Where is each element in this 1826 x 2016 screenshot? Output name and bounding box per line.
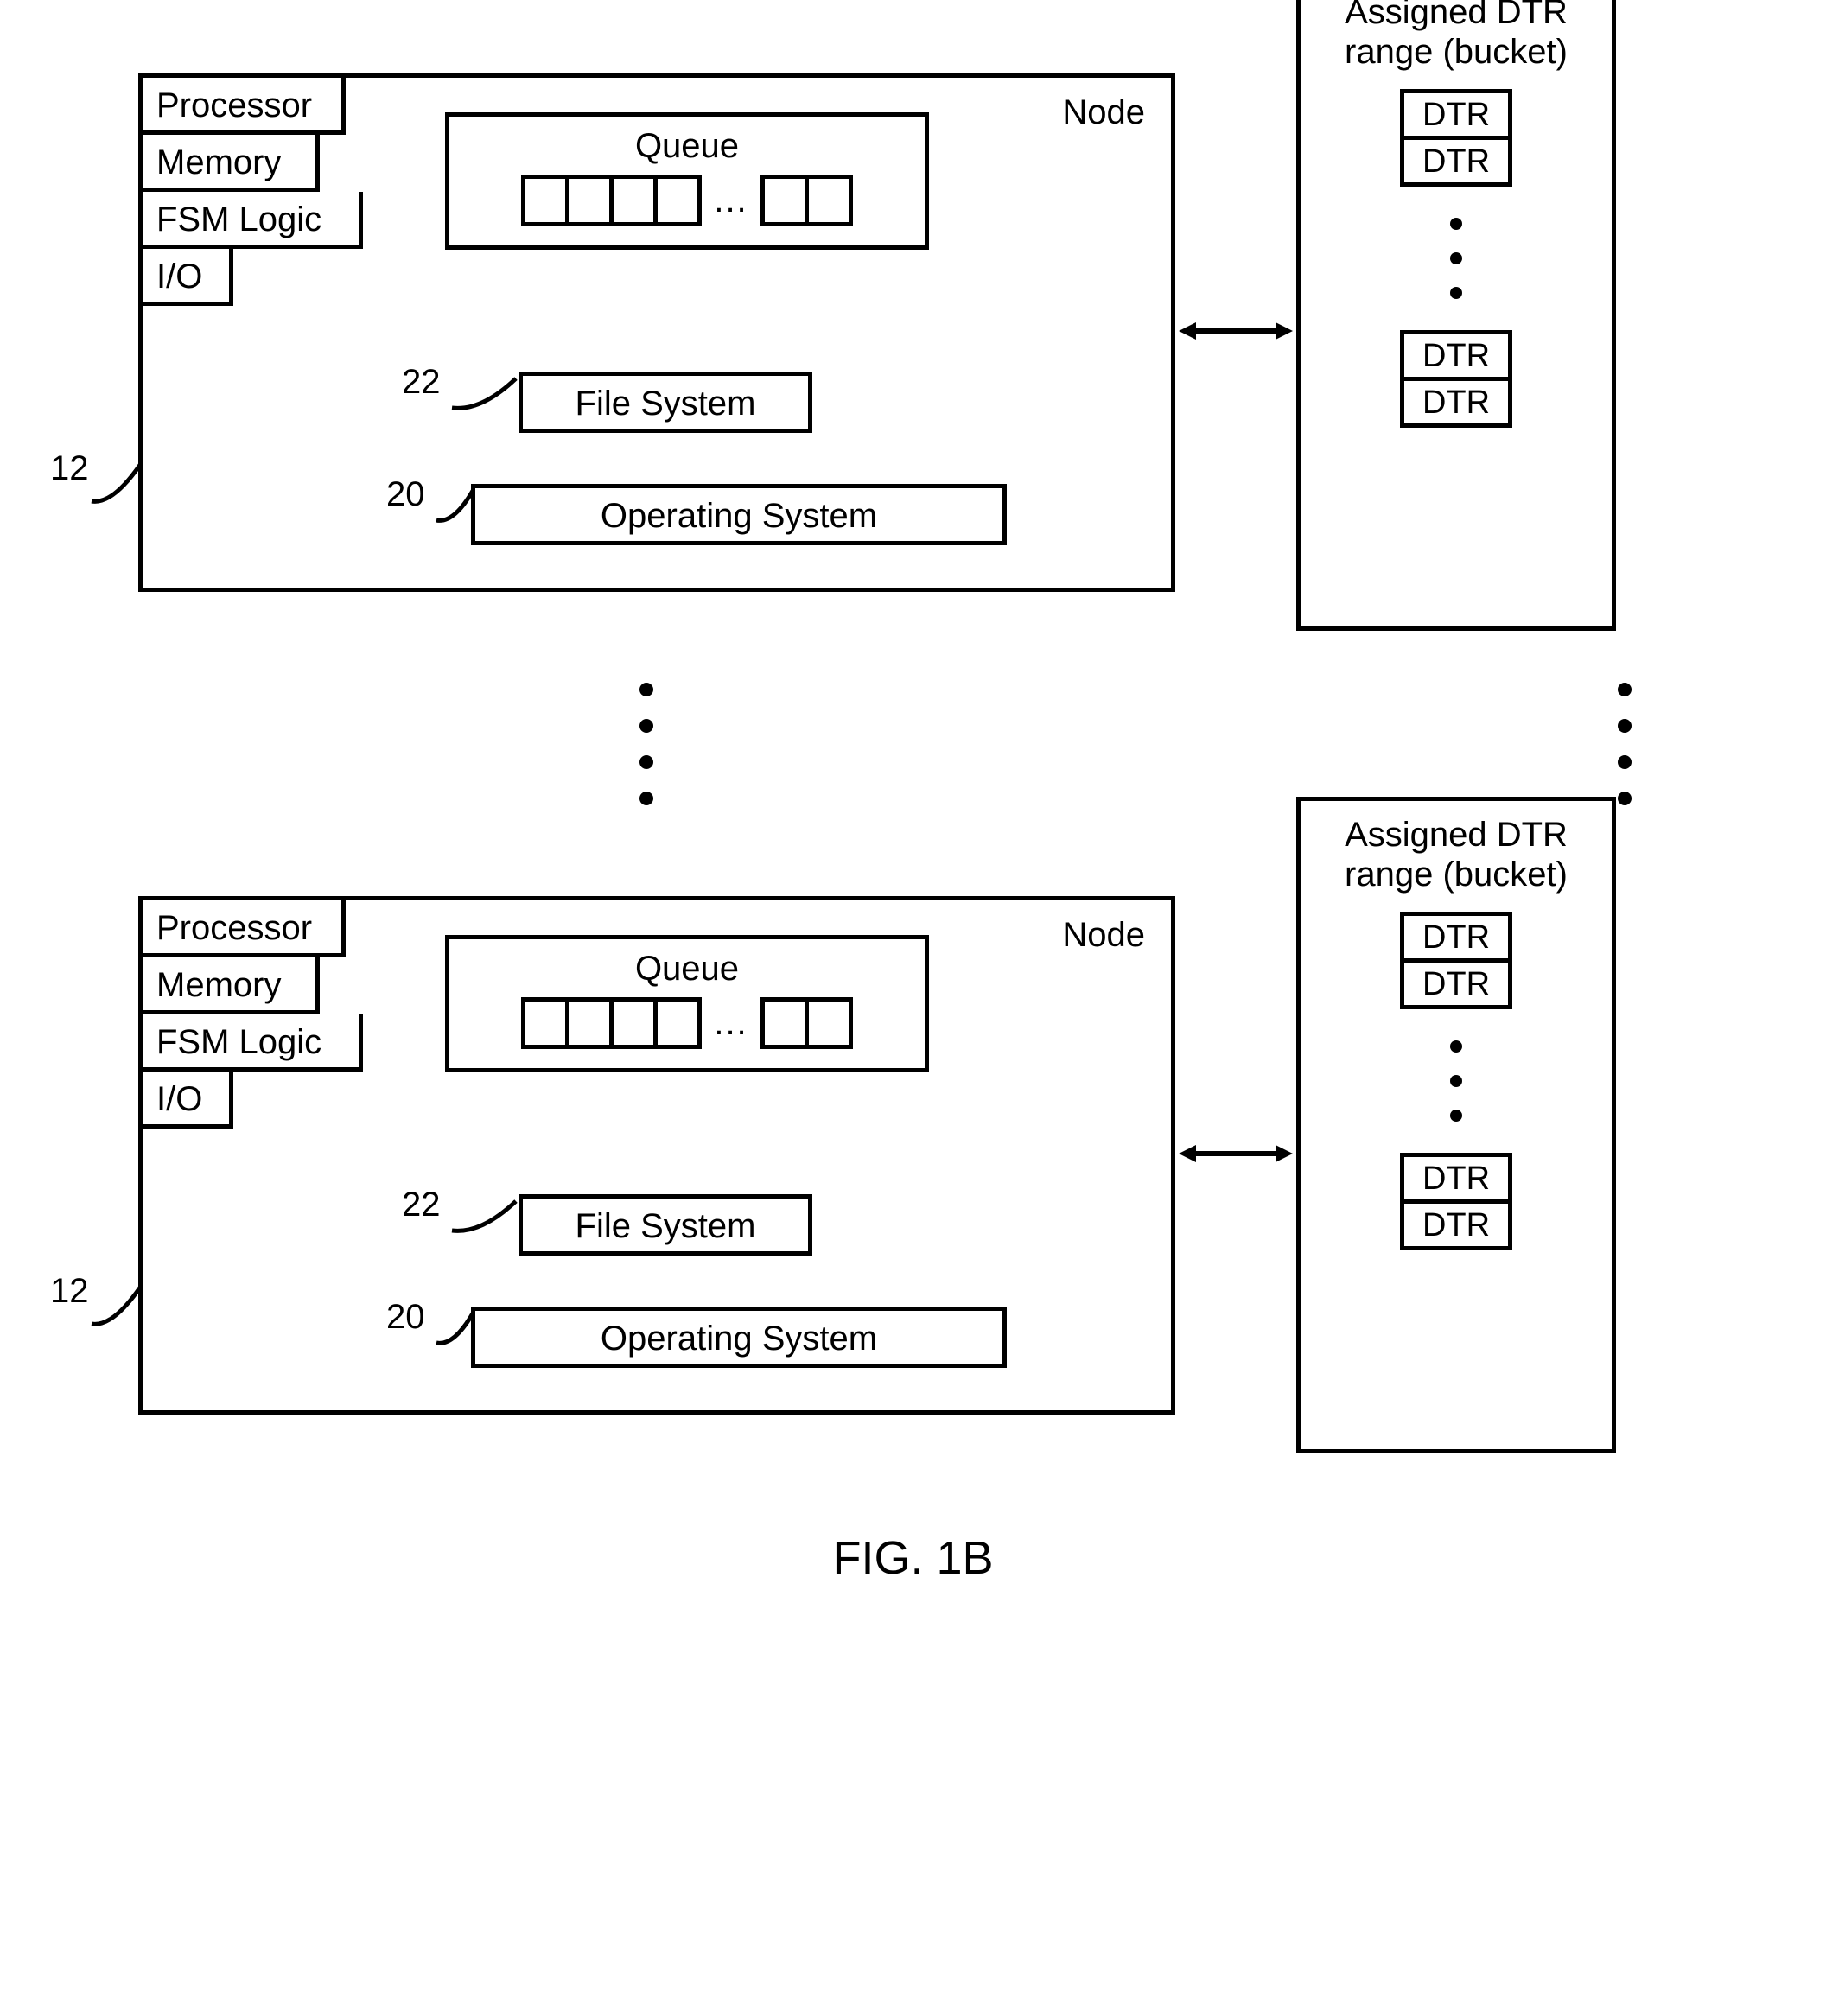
dtr-cell: DTR [1400, 958, 1512, 1009]
dtr-cell: DTR [1400, 912, 1512, 963]
bottom-row: 12 Node Processor Memory FSM Logic I/O Q… [35, 857, 1791, 1453]
mid-dots-row [35, 683, 1791, 805]
stack-memory: Memory [138, 135, 320, 192]
queue-cells: ... [449, 175, 925, 226]
bucket-title-line1: Assigned DTR [1345, 816, 1568, 854]
queue-label: Queue [449, 950, 925, 989]
figure-1b: 12 Node Processor Memory FSM Logic I/O Q… [35, 35, 1791, 1585]
bucket-bottom: Assigned DTR range (bucket) DTR DTR DTR … [1296, 797, 1616, 1453]
lead-22-top [447, 373, 525, 417]
queue-ellipsis: ... [714, 181, 748, 220]
dtr-stack-bottom-upper: DTR DTR [1400, 912, 1512, 1009]
figure-caption: FIG. 1B [35, 1531, 1791, 1585]
bucket-vdots [1301, 1040, 1612, 1122]
dtr-cell: DTR [1400, 330, 1512, 381]
bucket-title-line2: range (bucket) [1345, 855, 1568, 894]
node-block-top: Node Processor Memory FSM Logic I/O Queu… [138, 73, 1175, 592]
queue-cell [609, 997, 658, 1049]
dtr-cell: DTR [1400, 89, 1512, 140]
vdots-nodes [639, 683, 653, 805]
node-side-stack: Processor Memory FSM Logic I/O [138, 896, 363, 1129]
queue-cell [521, 175, 569, 226]
file-system-box: File System [519, 372, 812, 433]
bucket-vdots [1301, 218, 1612, 299]
queue-cell [805, 997, 853, 1049]
ref-22-bottom: 22 [402, 1186, 441, 1224]
queue-box: Queue ... [445, 935, 929, 1072]
queue-cell [565, 997, 614, 1049]
node-title: Node [1062, 916, 1145, 955]
dtr-stack-top-lower: DTR DTR [1400, 330, 1512, 428]
stack-fsm-logic: FSM Logic [138, 192, 363, 249]
node-title: Node [1062, 93, 1145, 132]
queue-box: Queue ... [445, 112, 929, 250]
operating-system-box: Operating System [471, 484, 1007, 545]
dtr-cell: DTR [1400, 1153, 1512, 1204]
dtr-stack-bottom-lower: DTR DTR [1400, 1153, 1512, 1250]
queue-label: Queue [449, 127, 925, 166]
stack-memory: Memory [138, 957, 320, 1014]
stack-fsm-logic: FSM Logic [138, 1014, 363, 1072]
vdots-buckets [1618, 683, 1632, 805]
stack-processor: Processor [138, 73, 346, 135]
node-side-stack: Processor Memory FSM Logic I/O [138, 73, 363, 306]
lead-22-bottom [447, 1196, 525, 1239]
double-arrow-icon [1175, 314, 1296, 348]
stack-processor: Processor [138, 896, 346, 957]
ref-20-bottom: 20 [386, 1298, 425, 1337]
queue-cell [609, 175, 658, 226]
bucket-title-line2: range (bucket) [1345, 33, 1568, 71]
queue-cell [565, 175, 614, 226]
queue-cells: ... [449, 997, 925, 1049]
bucket-title: Assigned DTR range (bucket) [1301, 0, 1612, 72]
file-system-box: File System [519, 1194, 812, 1256]
dtr-cell: DTR [1400, 1199, 1512, 1250]
stack-io: I/O [138, 1072, 233, 1129]
ref-20-top: 20 [386, 475, 425, 514]
node-block-bottom: Node Processor Memory FSM Logic I/O Queu… [138, 896, 1175, 1415]
queue-ellipsis: ... [714, 1004, 748, 1043]
double-arrow-icon [1175, 1136, 1296, 1171]
dtr-stack-top-upper: DTR DTR [1400, 89, 1512, 187]
operating-system-box: Operating System [471, 1307, 1007, 1368]
dtr-cell: DTR [1400, 136, 1512, 187]
dtr-cell: DTR [1400, 377, 1512, 428]
queue-cell [653, 175, 702, 226]
ref-22-top: 22 [402, 363, 441, 402]
bucket-top: Assigned DTR range (bucket) DTR DTR DTR … [1296, 0, 1616, 631]
top-row: 12 Node Processor Memory FSM Logic I/O Q… [35, 35, 1791, 631]
bucket-title-line1: Assigned DTR [1345, 0, 1568, 31]
queue-cell [653, 997, 702, 1049]
double-arrow-top [1175, 314, 1296, 353]
queue-cell [805, 175, 853, 226]
queue-cell [760, 997, 809, 1049]
stack-io: I/O [138, 249, 233, 306]
bucket-title: Assigned DTR range (bucket) [1301, 815, 1612, 894]
queue-cell [521, 997, 569, 1049]
queue-cell [760, 175, 809, 226]
double-arrow-bottom [1175, 1136, 1296, 1175]
